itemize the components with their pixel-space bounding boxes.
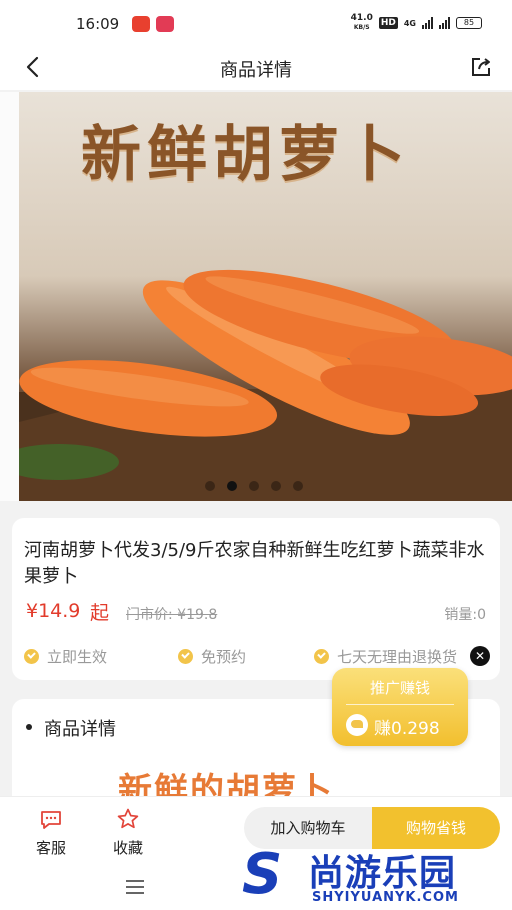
chat-bubble-icon xyxy=(41,811,61,829)
share-icon[interactable] xyxy=(468,54,494,80)
carousel-dot[interactable] xyxy=(249,481,259,491)
product-info-card: 河南胡萝卜代发3/5/9斤农家自种新鲜生吃红萝卜蔬菜非水果萝卜 ¥14.9 起 … xyxy=(12,518,500,680)
page-title: 商品详情 xyxy=(220,60,292,81)
hd-badge: HD xyxy=(378,17,398,29)
favorite-label: 收藏 xyxy=(112,839,143,857)
promo-earn-button[interactable]: 推广赚钱 赚0.298 xyxy=(332,668,468,746)
feature-item: 免预约 xyxy=(178,646,246,667)
carrots-illustration xyxy=(19,269,512,501)
feature-label: 七天无理由退换货 xyxy=(337,648,458,666)
product-name: 河南胡萝卜代发3/5/9斤农家自种新鲜生吃红萝卜蔬菜非水果萝卜 xyxy=(24,540,485,587)
video-app-icon xyxy=(156,16,174,32)
signal-icon xyxy=(422,17,433,29)
battery-icon: 85 xyxy=(456,17,482,29)
promo-earn-amount: 赚0.298 xyxy=(374,719,440,739)
check-circle-icon xyxy=(24,649,39,664)
watermark-brand: 尚游乐园 xyxy=(308,853,457,894)
detail-title: 商品详情 xyxy=(44,719,116,740)
market-price: 门市价: ¥19.8 xyxy=(126,607,218,623)
carousel-dot[interactable] xyxy=(271,481,281,491)
carousel-dot[interactable] xyxy=(205,481,215,491)
promo-title: 推广赚钱 xyxy=(369,679,430,697)
carousel-dot[interactable] xyxy=(293,481,303,491)
carousel-dots xyxy=(205,481,303,491)
promo-divider xyxy=(346,704,454,705)
feature-item: 七天无理由退换货 xyxy=(314,646,486,667)
product-image-carousel[interactable]: 新鲜胡萝卜 xyxy=(19,92,512,501)
check-circle-icon xyxy=(314,649,329,664)
service-label: 客服 xyxy=(35,839,66,857)
net-speed: 41.0 KB/S xyxy=(351,14,373,32)
status-time: 16:09 xyxy=(76,15,120,33)
net-speed-value: 41.0 xyxy=(350,13,373,23)
feature-item: 立即生效 xyxy=(24,646,107,667)
close-icon[interactable]: ✕ xyxy=(470,646,490,666)
hero-left-edge xyxy=(0,92,19,501)
price-suffix: 起 xyxy=(90,602,110,624)
signal-2-icon xyxy=(439,17,450,29)
app-notification-icon xyxy=(132,16,150,32)
section-bullet xyxy=(26,724,32,730)
coin-icon xyxy=(346,714,368,736)
check-circle-icon xyxy=(178,649,193,664)
net-speed-unit: KB/S xyxy=(353,24,370,31)
carousel-dot-active[interactable] xyxy=(227,481,237,491)
nav-bar: 商品详情 xyxy=(0,46,512,90)
watermark-logo: S 尚游乐园 SHYIYUANYK.COM xyxy=(236,840,512,910)
watermark-s-mark: S xyxy=(242,842,283,907)
star-icon xyxy=(117,808,139,829)
favorite-button[interactable]: 收藏 xyxy=(103,807,153,858)
sales-count: 销量:0 xyxy=(444,607,486,623)
menu-icon[interactable] xyxy=(126,880,144,894)
system-icons: 41.0 KB/S HD 4G 85 xyxy=(351,14,482,32)
feature-label: 免预约 xyxy=(201,648,247,666)
watermark-url: SHYIYUANYK.COM xyxy=(312,890,459,905)
network-type: 4G xyxy=(403,18,416,28)
customer-service-button[interactable]: 客服 xyxy=(26,807,76,858)
feature-label: 立即生效 xyxy=(47,648,108,666)
product-price: ¥14.9 xyxy=(26,600,81,622)
status-bar: 16:09 41.0 KB/S HD 4G 85 xyxy=(0,0,512,46)
